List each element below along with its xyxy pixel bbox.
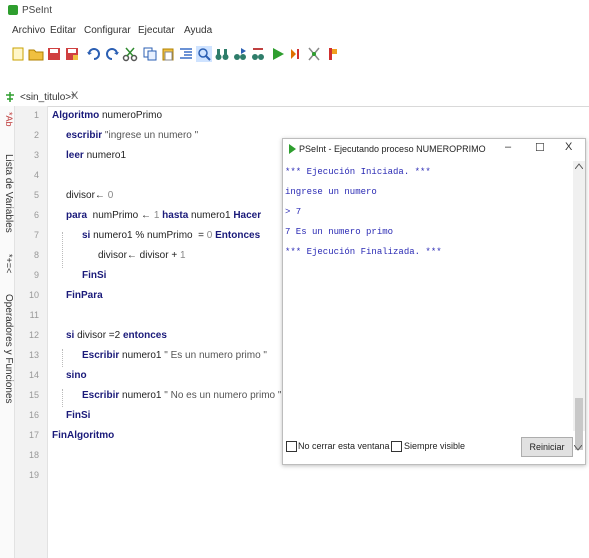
always-visible-label: Siempre visible [404,441,466,451]
line-number: 16 [28,410,39,420]
step-by-step-icon[interactable] [288,46,304,62]
code-line: para numPrimo ← 1 hasta numero1 Hacer [66,210,262,221]
flowchart-icon[interactable] [306,46,322,62]
editor-tabstrip: <sin_titulo>* X [0,88,589,107]
menu-ejecutar[interactable]: Ejecutar [138,25,175,36]
line-number: 5 [33,190,39,200]
line-number: 7 [33,230,39,240]
scroll-up-icon[interactable] [575,163,583,169]
redo-icon[interactable] [104,46,120,62]
line-number: 15 [28,390,39,400]
variables-tab-icon: *Ab [4,112,14,127]
help-icon[interactable] [326,46,342,62]
console-line: *** Ejecución Iniciada. *** [285,167,431,177]
copy-icon[interactable] [142,46,158,62]
tab-lista-de-variables[interactable]: Lista de Variables [0,154,14,233]
line-number: 10 [28,290,39,300]
code-line: si numero1 % numPrimo = 0 Entonces [82,230,261,241]
menu-archivo[interactable]: Archivo [12,25,45,36]
code-line: divisor← 0 [66,190,114,201]
toolbar [0,40,589,68]
save-as-icon[interactable] [64,46,80,62]
menu-bar: Archivo Editar Configurar Ejecutar Ayuda [0,22,589,38]
line-number: 9 [33,270,39,280]
code-line: FinSi [82,270,107,281]
code-line: Escribir numero1 " Es un numero primo " [82,350,267,361]
paste-icon[interactable] [160,46,176,62]
menu-configurar[interactable]: Configurar [84,25,131,36]
maximize-button[interactable]: ☐ [535,141,545,154]
line-number: 6 [33,210,39,220]
console-line: 7 Es un numero primo [285,227,394,237]
indent-icon[interactable] [178,46,194,62]
line-number: 11 [29,310,39,320]
indent-guide [62,389,63,407]
line-number: 2 [33,130,39,140]
close-button[interactable]: X [565,141,572,153]
file-tab-icon [6,92,14,102]
minimize-button[interactable]: – [505,141,511,153]
side-panel-tabs: *Ab Lista de Variables *+=< Operadores y… [0,106,15,558]
new-file-icon[interactable] [10,46,26,62]
line-number-gutter: 1 2 3 4 5 6 7 8 9 10 11 12 13 14 15 16 1… [15,106,48,558]
line-number: 14 [28,370,39,380]
tab-close-button[interactable]: X [71,90,78,102]
line-number: 17 [28,430,39,440]
execution-window[interactable]: PSeInt - Ejecutando proceso NUMEROPRIMO … [282,138,586,465]
code-line: divisor← divisor + 1 [98,250,186,261]
keep-open-label: No cerrar esta ventana [298,441,390,451]
restart-button[interactable]: Reiniciar [521,437,573,457]
binoculars-icon[interactable] [214,46,230,62]
indent-guide [62,232,63,268]
line-number: 8 [33,250,39,260]
console-scrollbar[interactable] [573,161,585,450]
code-line: Algoritmo numeroPrimo [52,110,163,121]
console-line: *** Ejecución Finalizada. *** [285,247,442,257]
code-line: Escribir numero1 " No es un numero primo… [82,390,282,401]
tab-operadores-y-funciones[interactable]: Operadores y Funciones [0,294,14,404]
code-line: escribir "ingrese un numero " [66,130,199,141]
menu-ayuda[interactable]: Ayuda [184,25,212,36]
undo-icon[interactable] [86,46,102,62]
scroll-down-icon[interactable] [574,445,582,451]
run-icon [289,144,296,154]
keep-open-checkbox[interactable] [286,441,297,452]
line-number: 3 [33,150,39,160]
code-line: leer numero1 [66,150,127,161]
cut-icon[interactable] [122,46,138,62]
app-titlebar: PSeInt [0,0,589,20]
save-icon[interactable] [46,46,62,62]
code-line: FinPara [66,290,103,301]
app-title: PSeInt [22,5,53,16]
tab-sin-titulo[interactable]: <sin_titulo>* [20,92,75,103]
indent-guide [62,349,63,367]
line-number: 12 [28,330,39,340]
operators-tab-icon: *+=< [4,254,14,274]
line-number: 1 [33,110,39,120]
line-number: 4 [33,170,39,180]
code-line: sino [66,370,87,381]
find-next-icon[interactable] [232,46,248,62]
code-line: FinAlgoritmo [52,430,115,441]
line-number: 18 [28,450,39,460]
console-output[interactable]: *** Ejecución Iniciada. *** ingrese un n… [283,161,569,431]
code-line: si divisor =2 entonces [66,330,167,341]
console-line: ingrese un numero [285,187,377,197]
pseint-logo-icon [8,5,18,15]
execution-window-titlebar[interactable]: PSeInt - Ejecutando proceso NUMEROPRIMO … [283,139,585,157]
console-line: > 7 [285,207,302,217]
run-icon[interactable] [270,46,286,62]
menu-editar[interactable]: Editar [50,25,76,36]
execution-window-title: PSeInt - Ejecutando proceso NUMEROPRIMO [299,144,486,154]
line-number: 19 [28,470,39,480]
execution-window-footer: No cerrar esta ventana Siempre visible R… [283,433,585,463]
find-icon[interactable] [196,46,212,62]
always-visible-checkbox[interactable] [391,441,402,452]
open-folder-icon[interactable] [28,46,44,62]
code-line: FinSi [66,410,91,421]
line-number: 13 [28,350,39,360]
replace-icon[interactable] [250,46,266,62]
